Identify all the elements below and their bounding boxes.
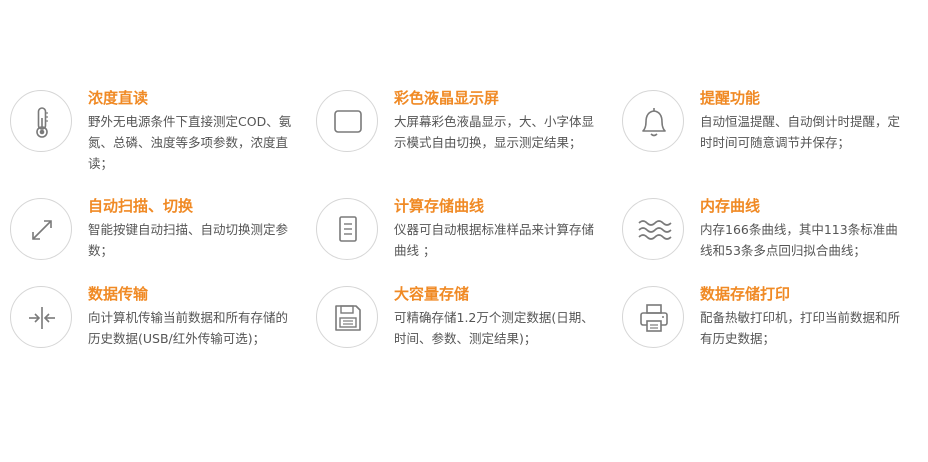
bell-icon	[622, 90, 684, 152]
feature-title: 数据存储打印	[700, 285, 791, 303]
feature-description: 向计算机传输当前数据和所有存储的历史数据(USB/红外传输可选)；	[88, 310, 289, 346]
feature-title: 浓度直读	[88, 89, 149, 107]
document-icon	[316, 198, 378, 260]
screen-icon	[316, 90, 378, 152]
feature-reminder: 提醒功能 自动恒温提醒、自动倒计时提醒，定时时间可随意调节并保存；	[622, 89, 922, 180]
feature-calc-store-curve: 计算存储曲线 仪器可自动根据标准样品来计算存储曲线 ；	[316, 197, 616, 288]
feature-title: 提醒功能	[700, 89, 761, 107]
feature-data-print: 数据存储打印 配备热敏打印机，打印当前数据和所有历史数据；	[622, 285, 922, 376]
feature-description: 大屏幕彩色液晶显示，大、小字体显示模式自由切换，显示测定结果；	[394, 114, 595, 150]
waves-icon	[622, 198, 684, 260]
feature-title: 计算存储曲线	[394, 197, 485, 215]
feature-description: 配备热敏打印机，打印当前数据和所有历史数据；	[700, 310, 901, 346]
transfer-arrows-icon	[10, 286, 72, 348]
feature-description: 可精确存储1.2万个测定数据(日期、时间、参数、测定结果)；	[394, 310, 594, 346]
feature-title: 自动扫描、切换	[88, 197, 194, 215]
feature-concentration-reading: 浓度直读 野外无电源条件下直接测定COD、氨氮、总磷、浊度等多项参数，浓度直读；	[10, 89, 310, 180]
feature-title: 内存曲线	[700, 197, 761, 215]
feature-memory-curve: 内存曲线 内存166条曲线，其中113条标准曲线和53条多点回归拟合曲线；	[622, 197, 922, 288]
feature-description: 仪器可自动根据标准样品来计算存储曲线 ；	[394, 222, 595, 258]
expand-arrows-icon	[10, 198, 72, 260]
feature-title: 大容量存储	[394, 285, 470, 303]
feature-description: 自动恒温提醒、自动倒计时提醒，定时时间可随意调节并保存；	[700, 114, 901, 150]
floppy-disk-icon	[316, 286, 378, 348]
printer-icon	[622, 286, 684, 348]
feature-description: 智能按键自动扫描、自动切换测定参数；	[88, 222, 289, 258]
feature-auto-scan-switch: 自动扫描、切换 智能按键自动扫描、自动切换测定参数；	[10, 197, 310, 288]
feature-data-transfer: 数据传输 向计算机传输当前数据和所有存储的历史数据(USB/红外传输可选)；	[10, 285, 310, 376]
feature-large-storage: 大容量存储 可精确存储1.2万个测定数据(日期、时间、参数、测定结果)；	[316, 285, 616, 376]
feature-description: 野外无电源条件下直接测定COD、氨氮、总磷、浊度等多项参数，浓度直读；	[88, 114, 292, 171]
feature-description: 内存166条曲线，其中113条标准曲线和53条多点回归拟合曲线；	[700, 222, 898, 258]
feature-title: 彩色液晶显示屏	[394, 89, 500, 107]
feature-title: 数据传输	[88, 285, 149, 303]
thermometer-icon	[10, 90, 72, 152]
feature-color-lcd: 彩色液晶显示屏 大屏幕彩色液晶显示，大、小字体显示模式自由切换，显示测定结果；	[316, 89, 616, 180]
